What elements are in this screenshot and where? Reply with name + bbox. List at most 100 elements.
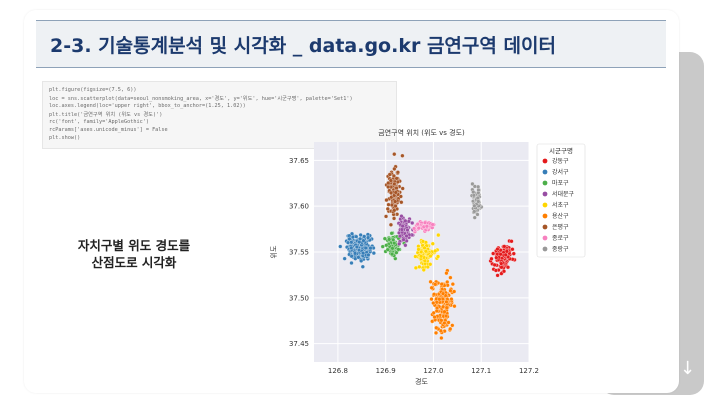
code-line: loc.axes.legend(loc='upper right', bbox_… <box>49 103 246 109</box>
scatter-point <box>422 245 427 250</box>
scatter-point <box>444 313 449 319</box>
scatter-point <box>432 292 437 297</box>
scatter-point <box>389 202 394 208</box>
scatter-point <box>413 265 418 270</box>
scatter-point <box>492 262 497 267</box>
scatter-point <box>434 308 439 314</box>
scatter-point <box>472 209 477 214</box>
legend-marker <box>542 158 548 164</box>
code-line: plt.show() <box>49 135 81 141</box>
scatter-point <box>439 335 444 341</box>
scatter-point <box>413 254 418 259</box>
scatter-point <box>388 222 393 227</box>
scatter-point <box>472 203 477 208</box>
legend-entry: 서초구 <box>552 201 569 209</box>
scatter-point <box>342 256 347 261</box>
scatter-point <box>361 251 366 256</box>
scatter-point <box>502 244 507 249</box>
scatter-point <box>420 239 425 244</box>
scatter-point <box>441 304 446 309</box>
scatter-point <box>400 153 405 158</box>
scatter-point <box>392 216 397 221</box>
legend-marker <box>542 213 548 219</box>
scatter-point <box>448 326 453 331</box>
scatter-chart-svg: 126.8 126.9 127.0 127.1 127.2 37.45 37.50 37.55… <box>270 128 586 386</box>
scatter-point <box>410 220 415 226</box>
x-tick-label: 127.0 <box>423 367 443 375</box>
legend-entry: 용산구 <box>552 212 569 220</box>
y-tick-label: 37.65 <box>289 157 309 165</box>
scatter-point <box>499 265 504 270</box>
scatter-point <box>505 265 511 270</box>
scatter-point <box>495 273 500 278</box>
scatter-point <box>356 255 361 260</box>
scatter-point <box>386 184 391 190</box>
scatter-point <box>350 235 356 240</box>
scatter-point <box>395 170 400 175</box>
scatter-point <box>452 304 457 309</box>
scatter-point <box>371 251 376 256</box>
scatter-point <box>399 200 404 205</box>
scatter-point <box>471 193 476 198</box>
scatter-point <box>436 233 441 238</box>
scatter-point <box>383 214 389 219</box>
scatter-chart: 126.8 126.9 127.0 127.1 127.2 37.45 37.50 37.55… <box>264 120 619 390</box>
scatter-point <box>357 240 362 245</box>
legend-marker <box>542 169 548 175</box>
chart-title: 금연구역 위치 (위도 vs 경도) <box>378 128 465 137</box>
title-bar: 2-3. 기술통계분석 및 시각화 _ data.go.kr 금연구역 데이터 <box>36 20 666 68</box>
scatter-point <box>428 254 433 259</box>
scatter-point <box>442 309 447 314</box>
scatter-point <box>439 318 444 323</box>
legend-entry: 강동구 <box>552 157 569 165</box>
scatter-point <box>475 195 480 201</box>
legend-entry: 은평구 <box>552 223 569 231</box>
scatter-point <box>353 251 358 256</box>
legend-title: 시군구명 <box>549 146 573 155</box>
scatter-point <box>476 199 481 204</box>
scatter-point <box>393 190 398 195</box>
scatter-point <box>444 271 449 276</box>
scatter-point <box>429 297 434 302</box>
scatter-point <box>349 245 354 250</box>
scatter-point <box>491 251 496 256</box>
caption-line: 산점도로 시각화 <box>91 255 177 270</box>
legend-marker <box>542 191 548 197</box>
scatter-point <box>403 243 408 248</box>
scatter-point <box>493 268 498 273</box>
scatter-point <box>430 241 435 246</box>
scatter-point <box>354 244 359 250</box>
scatter-point <box>384 198 389 203</box>
scatter-point <box>349 254 354 259</box>
scatter-point <box>489 256 494 261</box>
scatter-point <box>400 224 405 229</box>
scatter-point <box>390 252 395 257</box>
scatter-point <box>363 245 368 251</box>
y-tick-label: 37.50 <box>289 294 309 302</box>
scatter-point <box>399 227 404 232</box>
scatter-point <box>429 285 434 290</box>
scatter-point <box>349 260 354 266</box>
scatter-point <box>428 262 433 267</box>
y-axis-label: 위도 <box>270 245 278 258</box>
down-arrow-icon[interactable]: ↓ <box>680 358 695 379</box>
scatter-point <box>431 300 436 306</box>
scatter-point <box>416 247 421 252</box>
scatter-point <box>419 254 424 259</box>
scatter-point <box>347 236 352 241</box>
scatter-point <box>380 244 385 249</box>
scatter-point <box>368 246 373 251</box>
scatter-point <box>501 269 507 274</box>
code-line: plt.title('금연구역 위치 (위도 vs 경도)') <box>49 112 163 118</box>
scatter-point <box>449 297 454 302</box>
scatter-point <box>392 208 397 213</box>
y-tick-label: 37.55 <box>289 249 309 257</box>
scatter-point <box>471 189 476 195</box>
scatter-point <box>389 231 394 236</box>
scatter-point <box>472 184 477 189</box>
slide-card: 2-3. 기술통계분석 및 시각화 _ data.go.kr 금연구역 데이터 … <box>24 10 679 393</box>
scatter-point <box>450 282 455 287</box>
scatter-point <box>404 233 409 239</box>
scatter-point <box>359 258 364 263</box>
scatter-point <box>387 172 392 177</box>
